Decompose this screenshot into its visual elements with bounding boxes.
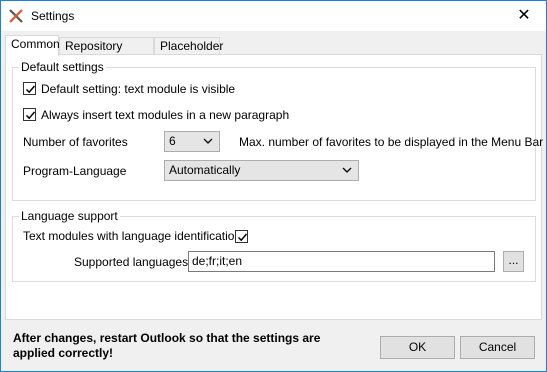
text-module-visible-label: Default setting: text module is visible (41, 82, 236, 96)
supported-languages-input[interactable]: de;fr;it;en (188, 251, 495, 272)
text-module-visible-checkbox[interactable] (23, 82, 36, 95)
program-language-dropdown[interactable]: Automatically (164, 160, 359, 181)
favorites-dropdown[interactable]: 6 (164, 131, 220, 152)
close-button[interactable]: ✕ (502, 1, 546, 31)
program-language-value: Automatically (169, 163, 241, 177)
ok-button[interactable]: OK (380, 336, 455, 359)
default-settings-group: Default settings Default setting: text m… (12, 60, 543, 201)
window-title: Settings (31, 9, 75, 23)
language-identification-label: Text modules with language identificatio… (23, 229, 242, 243)
tab-common[interactable]: Common (5, 35, 60, 56)
checkmark-icon (237, 233, 248, 242)
default-settings-heading: Default settings (19, 60, 106, 74)
checkmark-icon (25, 85, 36, 94)
favorites-label: Number of favorites (23, 135, 128, 149)
supported-languages-label: Supported languages (74, 255, 189, 269)
browse-languages-button[interactable]: ... (503, 251, 524, 272)
insert-new-paragraph-label: Always insert text modules in a new para… (41, 108, 290, 122)
restart-notice: After changes, restart Outlook so that t… (13, 331, 321, 360)
language-support-group: Language support Text modules with langu… (12, 209, 536, 282)
chevron-down-icon (342, 167, 352, 173)
common-tab-panel: Default settings Default setting: text m… (5, 54, 543, 320)
app-logo-icon (9, 9, 23, 23)
close-icon: ✕ (517, 7, 531, 24)
title-bar: Settings ✕ (1, 1, 546, 31)
insert-new-paragraph-checkbox[interactable] (23, 108, 36, 121)
chevron-down-icon (203, 138, 213, 144)
cancel-button[interactable]: Cancel (460, 336, 535, 359)
checkmark-icon (25, 111, 36, 120)
program-language-label: Program-Language (23, 164, 127, 178)
settings-window: Settings ✕ Common Repository folders Pla… (0, 0, 547, 372)
language-support-heading: Language support (19, 209, 120, 223)
favorites-hint: Max. number of favorites to be displayed… (239, 135, 544, 149)
language-identification-checkbox[interactable] (235, 230, 248, 243)
favorites-value: 6 (169, 134, 176, 148)
